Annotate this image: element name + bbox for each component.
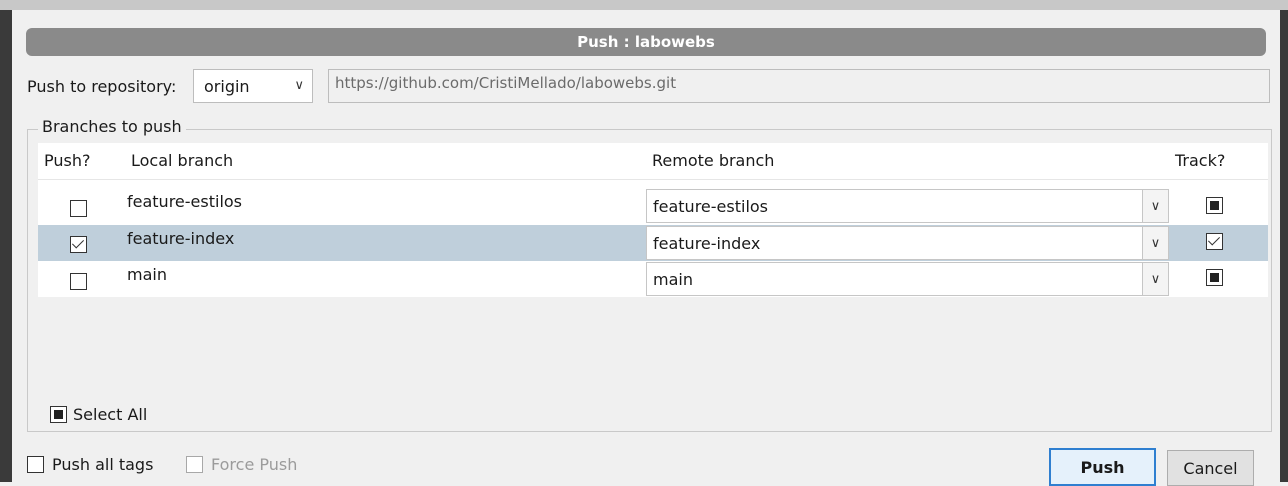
push-all-tags-label: Push all tags xyxy=(52,455,154,474)
cancel-button[interactable]: Cancel xyxy=(1167,450,1254,486)
background-window-strip xyxy=(0,0,1288,10)
remote-branch-value: feature-index xyxy=(653,234,761,253)
repository-select-value: origin xyxy=(204,76,250,96)
table-row[interactable]: main main ∨ xyxy=(38,261,1268,297)
chevron-down-icon[interactable]: ∨ xyxy=(1142,190,1168,222)
branches-table: Push? Local branch Remote branch Track? … xyxy=(38,143,1268,297)
remote-branch-select[interactable]: feature-index ∨ xyxy=(646,226,1169,260)
push-dialog: Push : labowebs Push to repository: orig… xyxy=(12,10,1280,486)
header-push[interactable]: Push? xyxy=(44,151,90,170)
background-window-edge-right xyxy=(1280,10,1288,482)
repository-url-field[interactable]: https://github.com/CristiMellado/laboweb… xyxy=(328,69,1270,103)
remote-branch-value: main xyxy=(653,270,693,289)
track-checkbox[interactable] xyxy=(1206,233,1223,250)
header-track[interactable]: Track? xyxy=(1175,151,1225,170)
table-header: Push? Local branch Remote branch Track? xyxy=(38,143,1268,180)
repository-row: Push to repository: origin ∨ https://git… xyxy=(27,69,1272,105)
local-branch-name: feature-index xyxy=(127,229,235,248)
push-all-tags-checkbox[interactable] xyxy=(27,456,44,473)
table-row[interactable]: feature-index feature-index ∨ xyxy=(38,225,1268,261)
push-checkbox[interactable] xyxy=(70,200,87,217)
remote-branch-value: feature-estilos xyxy=(653,197,769,216)
local-branch-name: feature-estilos xyxy=(127,192,243,211)
chevron-down-icon[interactable]: ∨ xyxy=(1142,263,1168,295)
branches-group-label: Branches to push xyxy=(38,117,186,136)
force-push-label: Force Push xyxy=(211,455,298,474)
dialog-title[interactable]: Push : labowebs xyxy=(26,28,1266,56)
track-checkbox[interactable] xyxy=(1206,269,1223,286)
select-all-label: Select All xyxy=(73,405,148,424)
push-button[interactable]: Push xyxy=(1049,448,1156,486)
repository-label: Push to repository: xyxy=(27,77,177,96)
force-push-checkbox xyxy=(186,456,203,473)
header-remote-branch[interactable]: Remote branch xyxy=(652,151,774,170)
select-all-option[interactable]: Select All xyxy=(50,405,147,424)
force-push-option: Force Push xyxy=(186,455,297,474)
push-checkbox[interactable] xyxy=(70,273,87,290)
local-branch-name: main xyxy=(127,265,167,284)
repository-select[interactable]: origin ∨ xyxy=(193,69,313,103)
remote-branch-select[interactable]: feature-estilos ∨ xyxy=(646,189,1169,223)
push-all-tags-option[interactable]: Push all tags xyxy=(27,455,153,474)
table-row[interactable]: feature-estilos feature-estilos ∨ xyxy=(38,188,1268,224)
push-checkbox[interactable] xyxy=(70,236,87,253)
header-local-branch[interactable]: Local branch xyxy=(131,151,233,170)
chevron-down-icon: ∨ xyxy=(294,78,304,93)
background-window-edge-left xyxy=(0,10,12,482)
chevron-down-icon[interactable]: ∨ xyxy=(1142,227,1168,259)
track-checkbox[interactable] xyxy=(1206,197,1223,214)
remote-branch-select[interactable]: main ∨ xyxy=(646,262,1169,296)
select-all-checkbox[interactable] xyxy=(50,406,67,423)
